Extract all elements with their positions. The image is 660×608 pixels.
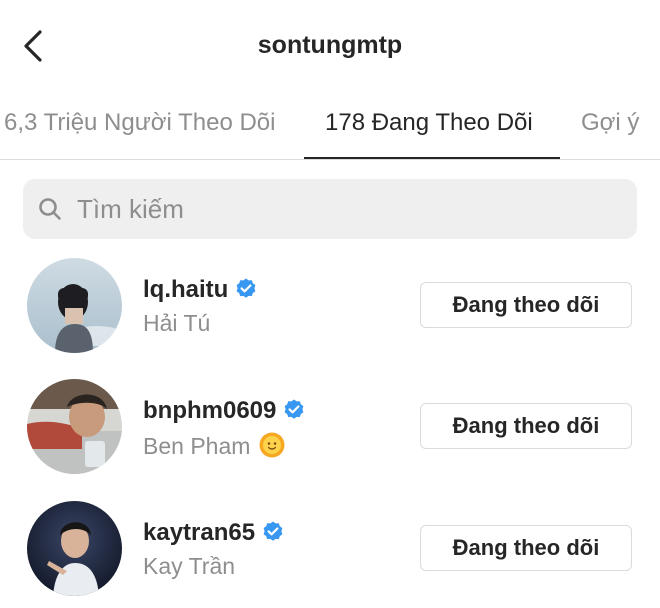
- username-text: bnphm0609: [143, 397, 277, 424]
- full-name: Hải Tú: [143, 310, 211, 336]
- tab-bar: 6,3 Triệu Người Theo Dõi 178 Đang Theo D…: [0, 95, 660, 160]
- list-item[interactable]: lq.haitu Hải Tú Đang theo dõi: [0, 258, 660, 358]
- active-tab-indicator: [304, 157, 560, 159]
- full-name: Kay Trần: [143, 553, 236, 579]
- verified-badge-icon: [236, 278, 256, 298]
- avatar[interactable]: [27, 258, 122, 353]
- avatar[interactable]: [27, 379, 122, 474]
- following-button[interactable]: Đang theo dõi: [420, 403, 632, 449]
- full-name-text: Ben Pham: [143, 433, 251, 459]
- sun-face-icon: [259, 432, 285, 458]
- username-text: lq.haitu: [143, 276, 229, 303]
- list-item[interactable]: bnphm0609 Ben Pham Đang theo dõi: [0, 379, 660, 479]
- username-text: kaytran65: [143, 519, 256, 546]
- search-icon: [39, 198, 61, 220]
- username[interactable]: kaytran65: [143, 519, 285, 547]
- verified-badge-icon: [284, 399, 304, 419]
- profile-title: sontungmtp: [257, 31, 403, 59]
- tab-suggestions[interactable]: Gợi ý: [581, 95, 639, 159]
- header: sontungmtp: [0, 0, 660, 95]
- avatar[interactable]: [27, 501, 122, 596]
- following-button[interactable]: Đang theo dõi: [420, 525, 632, 571]
- verified-badge-icon: [263, 521, 283, 541]
- search-input[interactable]: [77, 179, 617, 239]
- search-bar[interactable]: [23, 179, 637, 239]
- list-item[interactable]: kaytran65 Kay Trần Đang theo dõi: [0, 501, 660, 601]
- full-name: Ben Pham: [143, 431, 286, 460]
- following-button[interactable]: Đang theo dõi: [420, 282, 632, 328]
- tab-following[interactable]: 178 Đang Theo Dõi: [325, 95, 533, 159]
- username[interactable]: lq.haitu: [143, 276, 258, 304]
- tab-followers[interactable]: 6,3 Triệu Người Theo Dõi: [4, 95, 276, 159]
- username[interactable]: bnphm0609: [143, 397, 306, 425]
